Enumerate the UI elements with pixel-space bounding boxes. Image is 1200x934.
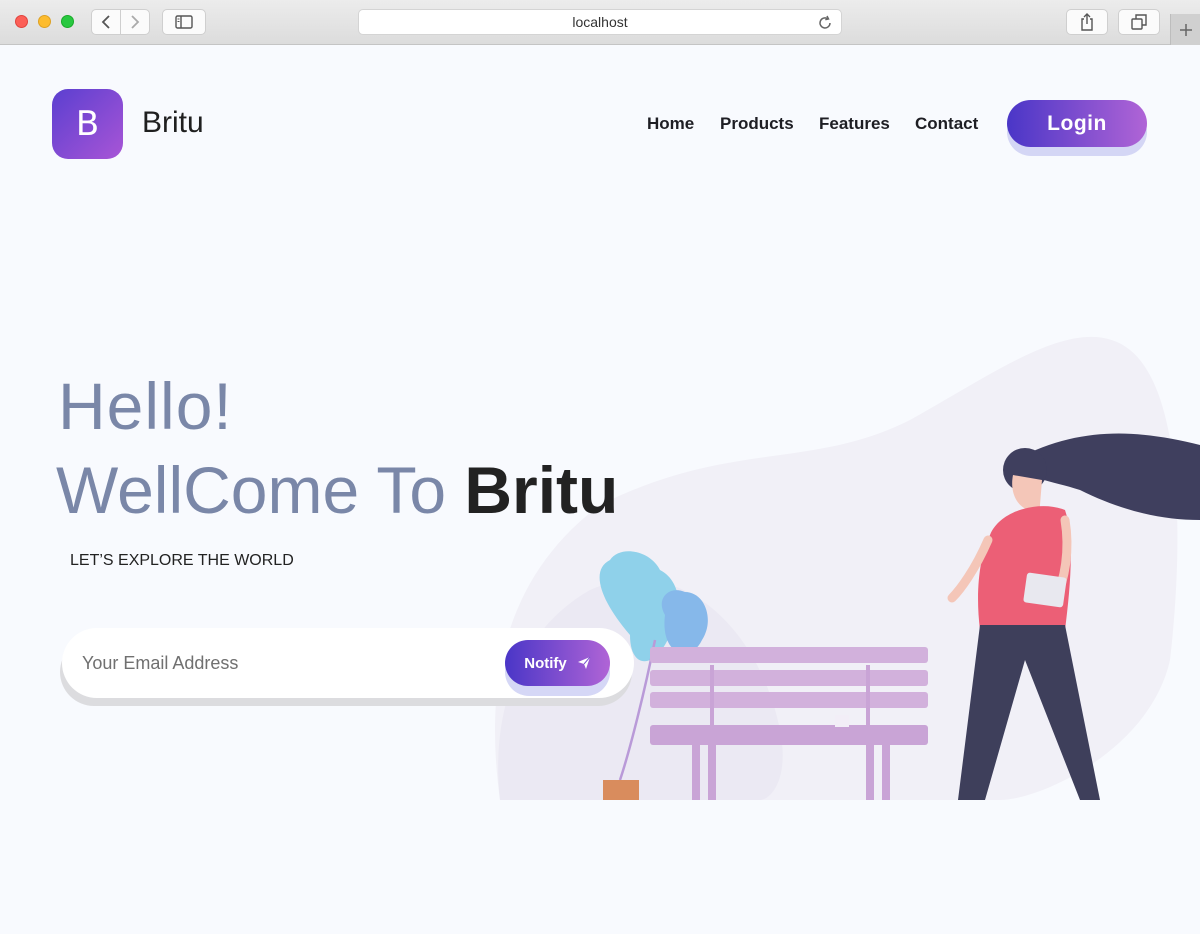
minimize-window-button[interactable] [38, 15, 51, 28]
plus-icon [1179, 23, 1192, 36]
nav-link-features[interactable]: Features [819, 114, 890, 134]
tab-overview-button[interactable] [1118, 9, 1160, 35]
email-input[interactable] [82, 644, 482, 682]
nav-link-home[interactable]: Home [647, 114, 694, 134]
share-icon [1081, 13, 1093, 31]
reload-icon[interactable] [817, 15, 833, 31]
notify-label: Notify [524, 654, 567, 672]
login-button[interactable]: Login [1007, 100, 1147, 147]
chevron-right-icon [131, 15, 140, 29]
address-bar[interactable]: localhost [358, 9, 842, 35]
brand-name[interactable]: Britu [142, 106, 204, 140]
send-icon [577, 656, 591, 669]
new-tab-button[interactable] [1170, 14, 1200, 45]
site-logo[interactable]: B [52, 89, 123, 159]
hero-heading: WellCome To Britu [56, 452, 618, 528]
tabs-icon [1131, 14, 1147, 30]
forward-button[interactable] [120, 9, 150, 35]
nav-link-products[interactable]: Products [720, 114, 794, 134]
logo-letter: B [75, 104, 100, 144]
sidebar-icon [175, 15, 193, 29]
share-button[interactable] [1066, 9, 1108, 35]
back-button[interactable] [91, 9, 121, 35]
browser-toolbar: localhost [0, 0, 1200, 45]
chevron-left-icon [101, 15, 110, 29]
address-text: localhost [572, 14, 628, 30]
hero-greeting: Hello! [58, 369, 233, 443]
hero-tagline: LET’S EXPLORE THE WORLD [70, 552, 294, 569]
nav-link-contact[interactable]: Contact [915, 114, 978, 134]
hero-illustration [495, 336, 1200, 800]
notify-button[interactable]: Notify [505, 640, 610, 686]
close-window-button[interactable] [15, 15, 28, 28]
hero-heading-brand: Britu [464, 453, 619, 527]
hero-heading-prefix: WellCome To [56, 453, 465, 527]
sidebar-toggle-button[interactable] [162, 9, 206, 35]
zoom-window-button[interactable] [61, 15, 74, 28]
